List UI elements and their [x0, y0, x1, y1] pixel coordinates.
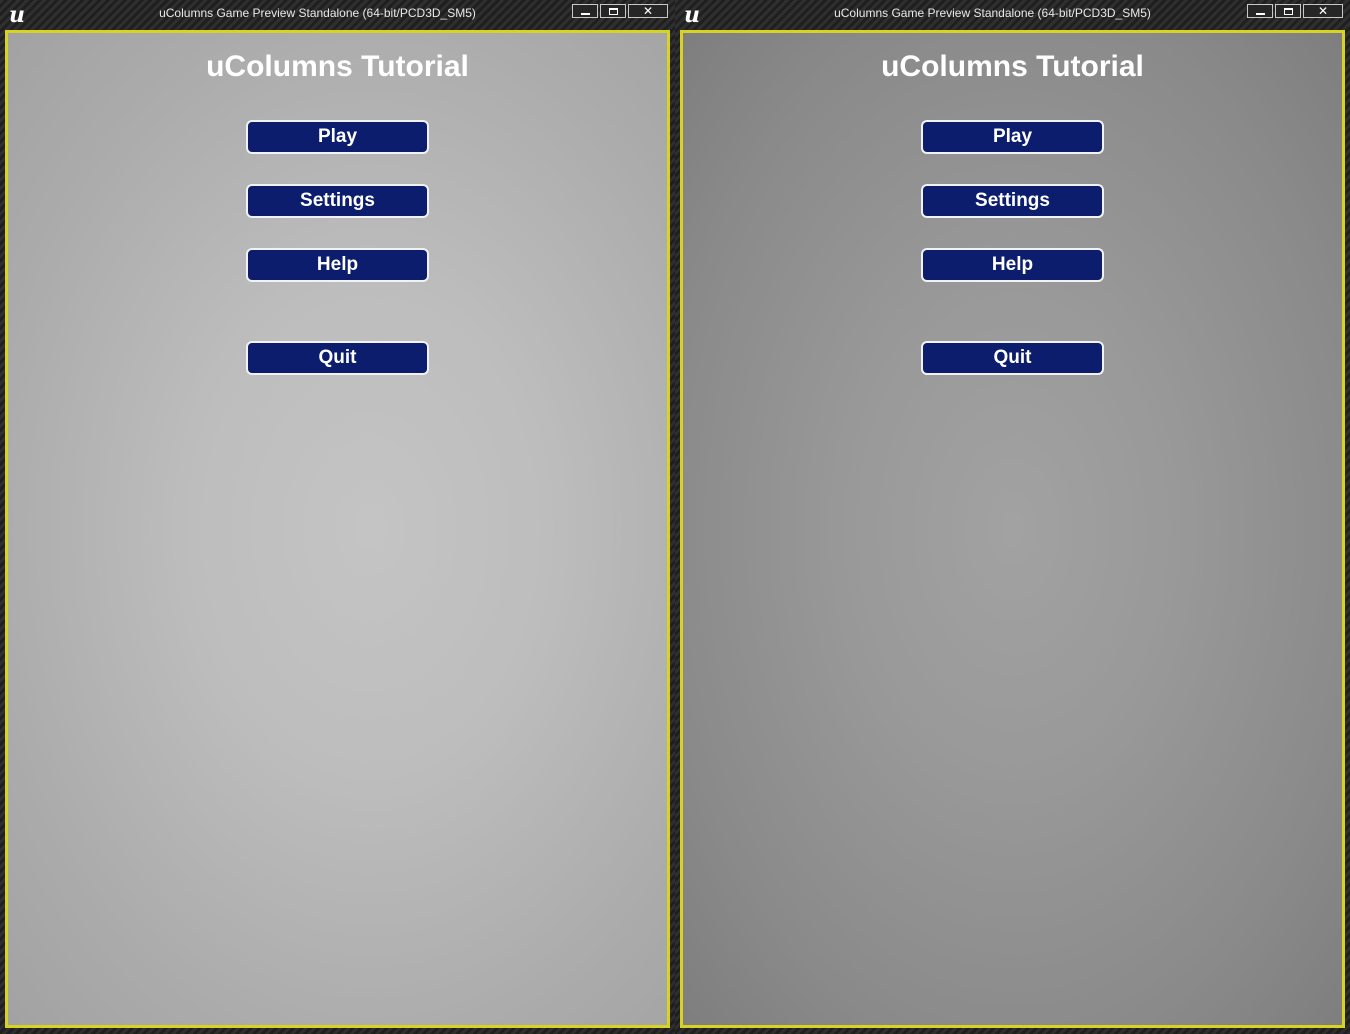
window-title: uColumns Game Preview Standalone (64-bit…	[834, 6, 1151, 20]
window-controls: ✕	[572, 4, 668, 18]
settings-button[interactable]: Settings	[246, 184, 429, 218]
maximize-button[interactable]	[1275, 4, 1301, 18]
game-viewport[interactable]: uColumns Tutorial Play Settings Help Qui…	[5, 30, 670, 1028]
game-title: uColumns Tutorial	[206, 50, 469, 83]
game-preview-window-right: u uColumns Game Preview Standalone (64-b…	[675, 0, 1350, 1034]
minimize-button[interactable]	[572, 4, 598, 18]
play-button[interactable]: Play	[921, 120, 1104, 154]
close-icon: ✕	[642, 4, 654, 18]
window-titlebar[interactable]: u uColumns Game Preview Standalone (64-b…	[675, 0, 1350, 28]
close-button[interactable]: ✕	[1303, 4, 1343, 18]
window-titlebar[interactable]: u uColumns Game Preview Standalone (64-b…	[0, 0, 675, 28]
game-preview-window-left: u uColumns Game Preview Standalone (64-b…	[0, 0, 675, 1034]
window-controls: ✕	[1247, 4, 1343, 18]
minimize-icon	[1255, 12, 1265, 15]
window-title: uColumns Game Preview Standalone (64-bit…	[159, 6, 476, 20]
minimize-button[interactable]	[1247, 4, 1273, 18]
close-icon: ✕	[1317, 4, 1329, 18]
maximize-icon	[1283, 7, 1293, 15]
desktop: u uColumns Game Preview Standalone (64-b…	[0, 0, 1350, 1034]
maximize-icon	[608, 7, 618, 15]
unreal-engine-logo-icon[interactable]: u	[5, 3, 29, 27]
play-button[interactable]: Play	[246, 120, 429, 154]
minimize-icon	[580, 12, 590, 15]
maximize-button[interactable]	[600, 4, 626, 18]
help-button[interactable]: Help	[921, 248, 1104, 282]
unreal-engine-logo-icon[interactable]: u	[680, 3, 704, 27]
quit-button[interactable]: Quit	[921, 341, 1104, 375]
help-button[interactable]: Help	[246, 248, 429, 282]
quit-button[interactable]: Quit	[246, 341, 429, 375]
close-button[interactable]: ✕	[628, 4, 668, 18]
settings-button[interactable]: Settings	[921, 184, 1104, 218]
game-title: uColumns Tutorial	[881, 50, 1144, 83]
game-viewport[interactable]: uColumns Tutorial Play Settings Help Qui…	[680, 30, 1345, 1028]
